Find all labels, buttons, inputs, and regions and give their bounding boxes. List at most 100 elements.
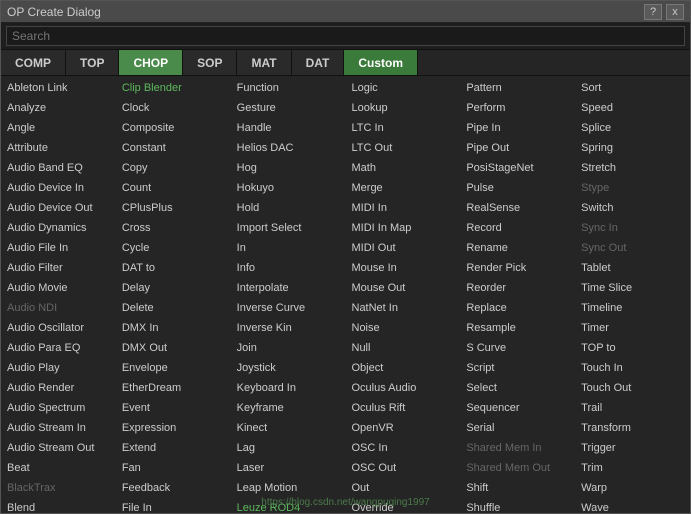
- list-item[interactable]: Interpolate: [231, 278, 346, 298]
- list-item[interactable]: Clock: [116, 98, 231, 118]
- list-item[interactable]: Expression: [116, 418, 231, 438]
- list-item[interactable]: Touch Out: [575, 378, 690, 398]
- list-item[interactable]: Laser: [231, 458, 346, 478]
- list-item[interactable]: Audio Play: [1, 358, 116, 378]
- list-item[interactable]: Gesture: [231, 98, 346, 118]
- list-item[interactable]: Logic: [346, 78, 461, 98]
- list-item[interactable]: Pipe In: [460, 118, 575, 138]
- list-item[interactable]: Switch: [575, 198, 690, 218]
- list-item[interactable]: Reorder: [460, 278, 575, 298]
- list-item[interactable]: Audio Filter: [1, 258, 116, 278]
- list-item[interactable]: TOP to: [575, 338, 690, 358]
- list-item[interactable]: Ableton Link: [1, 78, 116, 98]
- list-item[interactable]: Object: [346, 358, 461, 378]
- list-item[interactable]: Replace: [460, 298, 575, 318]
- list-item[interactable]: DAT to: [116, 258, 231, 278]
- tab-top[interactable]: TOP: [66, 50, 119, 75]
- list-item[interactable]: Audio NDI: [1, 298, 116, 318]
- list-item[interactable]: Audio Para EQ: [1, 338, 116, 358]
- list-item[interactable]: Sequencer: [460, 398, 575, 418]
- list-item[interactable]: Audio Device In: [1, 178, 116, 198]
- list-item[interactable]: Tablet: [575, 258, 690, 278]
- list-item[interactable]: Audio Movie: [1, 278, 116, 298]
- list-item[interactable]: Join: [231, 338, 346, 358]
- list-item[interactable]: Warp: [575, 478, 690, 498]
- list-item[interactable]: Audio Stream In: [1, 418, 116, 438]
- list-item[interactable]: Override: [346, 498, 461, 513]
- list-item[interactable]: MIDI Out: [346, 238, 461, 258]
- list-item[interactable]: Keyframe: [231, 398, 346, 418]
- help-button[interactable]: ?: [644, 4, 662, 20]
- list-item[interactable]: Kinect: [231, 418, 346, 438]
- list-item[interactable]: Audio Band EQ: [1, 158, 116, 178]
- list-item[interactable]: Attribute: [1, 138, 116, 158]
- list-item[interactable]: File In: [116, 498, 231, 513]
- list-item[interactable]: Handle: [231, 118, 346, 138]
- list-item[interactable]: DMX Out: [116, 338, 231, 358]
- list-item[interactable]: Blend: [1, 498, 116, 513]
- list-item[interactable]: Out: [346, 478, 461, 498]
- list-item[interactable]: Beat: [1, 458, 116, 478]
- list-item[interactable]: Mouse In: [346, 258, 461, 278]
- list-item[interactable]: Rename: [460, 238, 575, 258]
- list-item[interactable]: Audio File In: [1, 238, 116, 258]
- tab-sop[interactable]: SOP: [183, 50, 237, 75]
- list-item[interactable]: Envelope: [116, 358, 231, 378]
- list-item[interactable]: Delete: [116, 298, 231, 318]
- list-item[interactable]: OSC In: [346, 438, 461, 458]
- list-item[interactable]: Lag: [231, 438, 346, 458]
- list-item[interactable]: Audio Render: [1, 378, 116, 398]
- list-item[interactable]: Info: [231, 258, 346, 278]
- list-item[interactable]: Mouse Out: [346, 278, 461, 298]
- list-item[interactable]: Angle: [1, 118, 116, 138]
- list-item[interactable]: Audio Device Out: [1, 198, 116, 218]
- search-input[interactable]: [6, 26, 685, 46]
- list-item[interactable]: Feedback: [116, 478, 231, 498]
- tab-mat[interactable]: MAT: [237, 50, 291, 75]
- tab-custom[interactable]: Custom: [344, 50, 418, 75]
- list-item[interactable]: S Curve: [460, 338, 575, 358]
- list-item[interactable]: Script: [460, 358, 575, 378]
- list-item[interactable]: Record: [460, 218, 575, 238]
- list-item[interactable]: Math: [346, 158, 461, 178]
- list-item[interactable]: Speed: [575, 98, 690, 118]
- list-item[interactable]: Clip Blender: [116, 78, 231, 98]
- list-item[interactable]: Timer: [575, 318, 690, 338]
- list-item[interactable]: Shared Mem Out: [460, 458, 575, 478]
- list-item[interactable]: Helios DAC: [231, 138, 346, 158]
- list-item[interactable]: Noise: [346, 318, 461, 338]
- list-item[interactable]: Resample: [460, 318, 575, 338]
- list-item[interactable]: Joystick: [231, 358, 346, 378]
- list-item[interactable]: Sort: [575, 78, 690, 98]
- list-item[interactable]: Trail: [575, 398, 690, 418]
- tab-comp[interactable]: COMP: [1, 50, 66, 75]
- list-item[interactable]: Audio Spectrum: [1, 398, 116, 418]
- list-item[interactable]: Null: [346, 338, 461, 358]
- list-item[interactable]: Inverse Kin: [231, 318, 346, 338]
- list-item[interactable]: Constant: [116, 138, 231, 158]
- list-item[interactable]: BlackTrax: [1, 478, 116, 498]
- list-item[interactable]: LTC Out: [346, 138, 461, 158]
- list-item[interactable]: Event: [116, 398, 231, 418]
- list-item[interactable]: Analyze: [1, 98, 116, 118]
- list-item[interactable]: Fan: [116, 458, 231, 478]
- list-item[interactable]: Shuffle: [460, 498, 575, 513]
- list-item[interactable]: Pipe Out: [460, 138, 575, 158]
- list-item[interactable]: Time Slice: [575, 278, 690, 298]
- list-item[interactable]: In: [231, 238, 346, 258]
- list-item[interactable]: Audio Stream Out: [1, 438, 116, 458]
- list-item[interactable]: Composite: [116, 118, 231, 138]
- list-item[interactable]: Perform: [460, 98, 575, 118]
- list-item[interactable]: MIDI In: [346, 198, 461, 218]
- list-item[interactable]: Pulse: [460, 178, 575, 198]
- list-item[interactable]: Shift: [460, 478, 575, 498]
- tab-chop[interactable]: CHOP: [119, 50, 183, 75]
- list-item[interactable]: Inverse Curve: [231, 298, 346, 318]
- list-item[interactable]: Sync Out: [575, 238, 690, 258]
- list-item[interactable]: Oculus Audio: [346, 378, 461, 398]
- list-item[interactable]: Shared Mem In: [460, 438, 575, 458]
- close-button[interactable]: x: [666, 4, 684, 20]
- list-item[interactable]: Leuze ROD4: [231, 498, 346, 513]
- list-item[interactable]: Leap Motion: [231, 478, 346, 498]
- list-item[interactable]: Hold: [231, 198, 346, 218]
